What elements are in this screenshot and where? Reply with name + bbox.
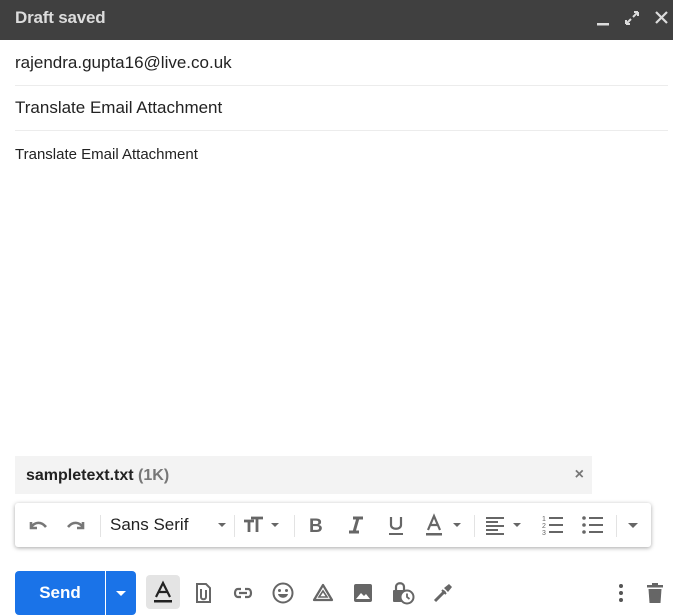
chevron-down-icon <box>116 591 126 596</box>
numbered-list-icon[interactable]: 123 <box>540 513 566 537</box>
attachment-size: (1K) <box>138 467 170 484</box>
formatting-toolbar: Sans Serif B 123 <box>15 503 651 547</box>
confidential-mode-icon[interactable] <box>389 579 417 607</box>
font-select[interactable]: Sans Serif <box>110 513 228 537</box>
svg-text:2: 2 <box>542 523 546 530</box>
emoji-icon[interactable] <box>269 579 297 607</box>
text-color-icon[interactable] <box>423 513 467 537</box>
expand-icon[interactable] <box>622 8 642 28</box>
schedule-send-button[interactable] <box>106 571 136 615</box>
subject-field[interactable]: Translate Email Attachment <box>15 86 668 131</box>
more-formatting-icon[interactable] <box>622 513 644 537</box>
undo-icon[interactable] <box>25 513 51 537</box>
remove-attachment-icon[interactable]: × <box>575 466 584 484</box>
align-icon[interactable] <box>483 513 527 537</box>
message-body[interactable]: Translate Email Attachment <box>15 146 655 163</box>
redo-icon[interactable] <box>63 513 89 537</box>
bulleted-list-icon[interactable] <box>580 513 606 537</box>
window-title: Draft saved <box>15 8 106 27</box>
insert-photo-icon[interactable] <box>349 579 377 607</box>
discard-draft-icon[interactable] <box>641 579 669 607</box>
svg-text:1: 1 <box>542 516 546 523</box>
send-button[interactable]: Send <box>15 571 105 615</box>
more-options-icon[interactable] <box>607 579 635 607</box>
attachment-name: sampletext.txt <box>26 467 134 484</box>
to-field[interactable]: rajendra.gupta16@live.co.uk <box>15 41 668 86</box>
minimize-icon[interactable] <box>594 8 614 28</box>
italic-icon[interactable] <box>343 513 369 537</box>
chevron-down-icon <box>218 523 226 527</box>
underline-icon[interactable] <box>383 513 409 537</box>
bold-icon[interactable]: B <box>304 513 330 537</box>
drive-icon[interactable] <box>309 579 337 607</box>
svg-text:B: B <box>309 516 323 537</box>
formatting-options-icon[interactable] <box>146 575 180 609</box>
text-size-icon[interactable] <box>241 513 285 537</box>
attachment-chip[interactable]: sampletext.txt (1K) × <box>15 456 592 494</box>
font-select-value: Sans Serif <box>110 515 189 534</box>
svg-text:3: 3 <box>542 530 546 537</box>
insert-link-icon[interactable] <box>229 579 257 607</box>
signature-icon[interactable] <box>429 579 457 607</box>
close-icon[interactable] <box>652 8 672 28</box>
attach-file-icon[interactable] <box>189 579 217 607</box>
compose-titlebar: Draft saved <box>0 0 673 40</box>
